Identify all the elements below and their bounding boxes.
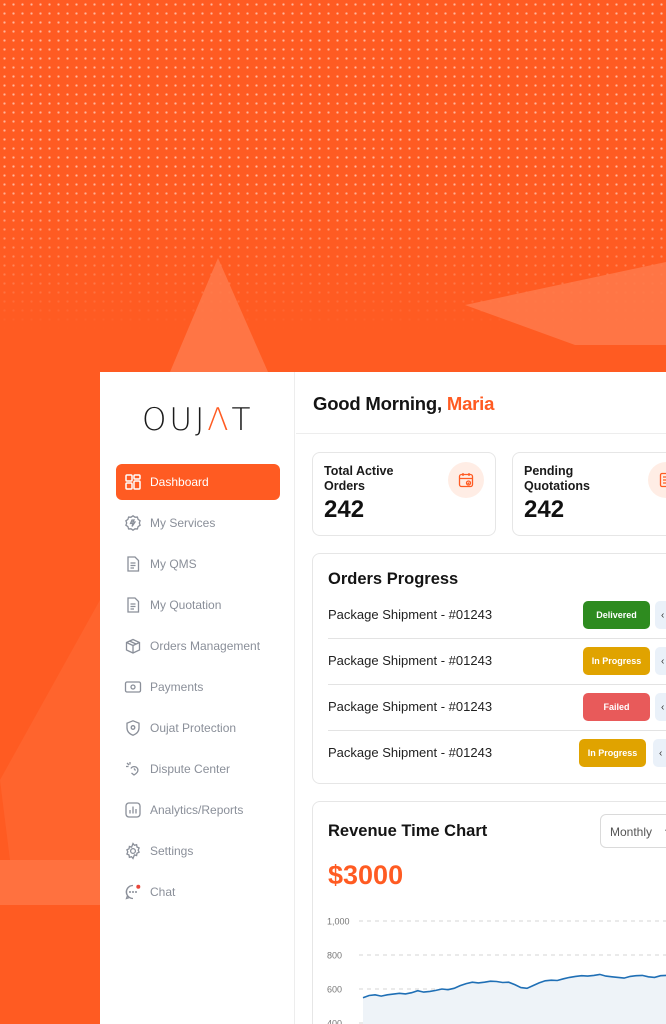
- sidebar-item-payments[interactable]: Payments: [116, 669, 280, 705]
- status-badge: Failed: [583, 693, 650, 721]
- sidebar-item-label: My Services: [150, 516, 216, 530]
- user-name: Maria: [446, 393, 495, 414]
- sidebar-nav: Dashboard My Services My QMS My Quotatio…: [116, 464, 280, 915]
- box-icon: [124, 637, 142, 655]
- document-icon: [124, 596, 142, 614]
- status-badge: In Progress: [579, 739, 646, 767]
- status-badge: In Progress: [583, 647, 650, 675]
- chevron-left-icon[interactable]: ‹: [655, 601, 666, 629]
- order-name: Package Shipment - #01243: [328, 607, 493, 622]
- sidebar-item-dispute-center[interactable]: Dispute Center: [116, 751, 280, 787]
- stat-value: 242: [324, 496, 365, 523]
- sidebar: OUJΛT Dashboard My Services My QMS My Qu…: [100, 372, 295, 1024]
- calendar-check-icon: [448, 462, 484, 498]
- chevron-left-icon[interactable]: ‹: [653, 739, 666, 767]
- stat-value: 242: [524, 496, 565, 523]
- dashboard-window: OUJΛT Dashboard My Services My QMS My Qu…: [100, 372, 666, 1024]
- grid-icon: [124, 473, 142, 491]
- sidebar-item-label: Orders Management: [150, 639, 261, 653]
- sidebar-item-label: Payments: [150, 680, 204, 694]
- main-content: Good Morning, Maria Total Active Orders …: [296, 372, 666, 1024]
- chat-icon: [124, 883, 142, 901]
- sidebar-item-label: My Quotation: [150, 598, 222, 612]
- y-tick-label: 1,000: [327, 917, 350, 927]
- orders-progress-card: Orders Progress Package Shipment - #0124…: [312, 553, 666, 784]
- sidebar-item-label: Chat: [150, 885, 176, 899]
- sidebar-item-settings[interactable]: Settings: [116, 833, 280, 869]
- order-name: Package Shipment - #01243: [328, 653, 493, 668]
- order-row[interactable]: Package Shipment - #01243 Failed ‹: [328, 685, 666, 731]
- stat-label: Pending Quotations: [524, 464, 590, 493]
- stat-card-pending-quotations[interactable]: Pending Quotations 242: [512, 452, 666, 536]
- order-row[interactable]: Package Shipment - #01243 In Progress ‹: [328, 639, 666, 685]
- order-name: Package Shipment - #01243: [328, 745, 493, 760]
- greeting-header: Good Morning, Maria: [296, 372, 666, 434]
- sidebar-item-oujat-protection[interactable]: Oujat Protection: [116, 710, 280, 746]
- sidebar-item-analytics-reports[interactable]: Analytics/Reports: [116, 792, 280, 828]
- stat-card-active-orders[interactable]: Total Active Orders 242: [312, 452, 496, 536]
- revenue-card: Revenue Time Chart Monthly ⌄ $3000 1,000…: [312, 801, 666, 1024]
- sidebar-item-label: My QMS: [150, 557, 197, 571]
- order-row[interactable]: Package Shipment - #01243 In Progress ‹: [328, 731, 666, 777]
- order-name: Package Shipment - #01243: [328, 699, 493, 714]
- sidebar-item-label: Analytics/Reports: [150, 803, 244, 817]
- sidebar-item-label: Dashboard: [150, 475, 209, 489]
- sidebar-item-my-quotation[interactable]: My Quotation: [116, 587, 280, 623]
- sidebar-item-label: Dispute Center: [150, 762, 231, 776]
- sidebar-item-orders-management[interactable]: Orders Management: [116, 628, 280, 664]
- revenue-chart: 1,000 800 600 400: [327, 917, 666, 1024]
- section-title: Orders Progress: [328, 570, 459, 588]
- sidebar-item-dashboard[interactable]: Dashboard: [116, 464, 280, 500]
- dispute-icon: [124, 760, 142, 778]
- sparkle-gear-icon: [124, 514, 142, 532]
- gear-icon: [124, 842, 142, 860]
- wallet-icon: [124, 678, 142, 696]
- document-icon: [124, 555, 142, 573]
- status-badge: Delivered: [583, 601, 650, 629]
- sidebar-item-label: Settings: [150, 844, 194, 858]
- y-tick-label: 600: [327, 985, 342, 995]
- greeting-text: Good Morning,: [313, 393, 447, 414]
- sidebar-item-chat[interactable]: Chat: [116, 874, 280, 910]
- sidebar-item-my-services[interactable]: My Services: [116, 505, 280, 541]
- shield-icon: [124, 719, 142, 737]
- sidebar-item-my-qms[interactable]: My QMS: [116, 546, 280, 582]
- sidebar-item-label: Oujat Protection: [150, 721, 237, 735]
- chevron-left-icon[interactable]: ‹: [655, 647, 666, 675]
- order-row[interactable]: Package Shipment - #01243 Delivered ‹: [328, 593, 666, 639]
- stat-label: Total Active Orders: [324, 464, 394, 493]
- chevron-left-icon[interactable]: ‹: [655, 693, 666, 721]
- document-list-icon: [648, 462, 666, 498]
- oujat-logo[interactable]: OUJΛT: [142, 402, 253, 438]
- y-tick-label: 400: [327, 1019, 342, 1024]
- bar-chart-icon: [124, 801, 142, 819]
- y-tick-label: 800: [327, 951, 342, 961]
